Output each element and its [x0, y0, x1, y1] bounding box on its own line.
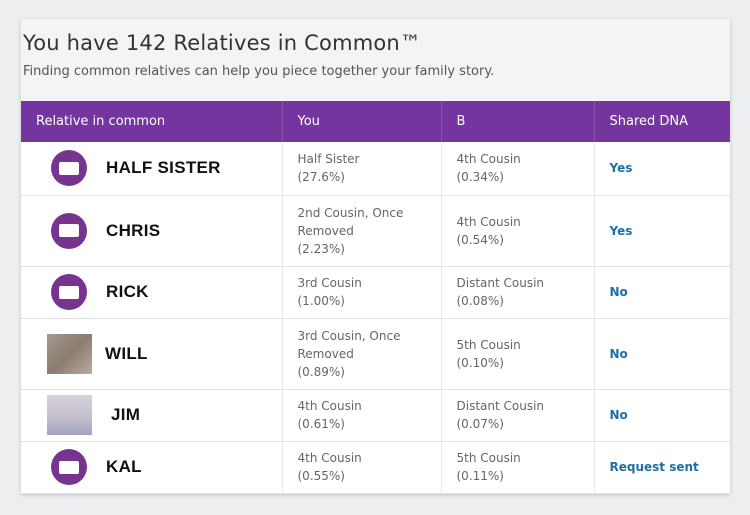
- relationship-text: 2nd Cousin, Once: [297, 205, 404, 220]
- you-relationship-cell: 3rd Cousin, Once Removed (0.89%): [282, 318, 442, 390]
- table-row[interactable]: CHRIS 2nd Cousin, Once Removed (2.23%) 4…: [21, 195, 730, 267]
- shared-dna-cell: Yes: [594, 195, 730, 267]
- you-relationship-cell: Half Sister (27.6%): [282, 142, 442, 196]
- relationship-percent: (0.08%): [456, 294, 504, 308]
- relationship-text: 4th Cousin: [456, 152, 521, 167]
- relationship-text: 3rd Cousin, Once: [297, 328, 401, 343]
- b-relationship-cell: Distant Cousin (0.07%): [441, 389, 595, 442]
- you-relationship-cell: 4th Cousin (0.61%): [282, 389, 442, 442]
- relationship-text: 4th Cousin: [297, 451, 362, 465]
- relatives-table: Relative in common You B Shared DNA HALF…: [21, 101, 730, 494]
- relationship-percent: (0.55%): [297, 469, 345, 483]
- relationship-percent: (0.89%): [297, 364, 345, 379]
- relative-name[interactable]: JIM: [111, 406, 140, 424]
- relative-name[interactable]: HALF SISTER: [106, 159, 221, 177]
- table-header-row: Relative in common You B Shared DNA: [21, 101, 730, 142]
- relative-name[interactable]: CHRIS: [106, 221, 160, 240]
- relationship-text: 5th Cousin: [456, 451, 521, 465]
- relative-cell[interactable]: WILL: [21, 318, 283, 390]
- relative-cell[interactable]: RICK: [21, 266, 283, 319]
- relationship-percent: (27.6%): [297, 170, 345, 185]
- you-relationship-cell: 2nd Cousin, Once Removed (2.23%): [282, 195, 442, 267]
- relationship-percent: (0.54%): [456, 232, 504, 247]
- relationship-percent: (2.23%): [297, 241, 345, 256]
- b-relationship-cell: 4th Cousin (0.54%): [441, 195, 595, 267]
- shared-dna-cell: No: [594, 389, 730, 442]
- profile-photo[interactable]: [47, 333, 92, 374]
- relationship-percent: (0.10%): [456, 355, 504, 370]
- relationship-text: 4th Cousin: [456, 214, 521, 229]
- column-header-you[interactable]: You: [282, 101, 442, 142]
- relationship-text: Half Sister: [297, 152, 360, 167]
- relationship-text: 3rd Cousin: [297, 276, 362, 290]
- shared-dna-link[interactable]: Yes: [610, 161, 633, 175]
- relationship-percent: (0.07%): [456, 417, 504, 431]
- relationship-text: Distant Cousin: [456, 276, 545, 290]
- shared-dna-cell: No: [594, 266, 730, 319]
- relationship-text: Distant Cousin: [456, 399, 545, 413]
- you-relationship-cell: 4th Cousin (0.55%): [282, 441, 442, 494]
- profile-photo[interactable]: [47, 395, 92, 435]
- shared-dna-cell: Request sent: [594, 441, 730, 494]
- b-relationship-cell: 5th Cousin (0.11%): [441, 441, 595, 494]
- relationship-text: 5th Cousin: [456, 337, 521, 352]
- relationship-percent: (0.11%): [456, 469, 504, 483]
- relationship-text: 4th Cousin: [297, 399, 362, 413]
- default-avatar-icon[interactable]: [51, 212, 87, 249]
- relative-name[interactable]: WILL: [105, 344, 148, 363]
- table-row[interactable]: WILL 3rd Cousin, Once Removed (0.89%) 5t…: [21, 318, 730, 390]
- table-row[interactable]: HALF SISTER Half Sister (27.6%) 4th Cous…: [21, 142, 730, 196]
- relationship-text-cont: Removed: [297, 223, 354, 238]
- shared-dna-link[interactable]: Request sent: [610, 460, 699, 474]
- shared-dna-link[interactable]: Yes: [610, 224, 633, 238]
- column-header-relative[interactable]: Relative in common: [21, 101, 283, 142]
- default-avatar-icon[interactable]: [51, 150, 87, 187]
- shared-dna-cell: No: [594, 318, 730, 390]
- relationship-percent: (0.34%): [456, 170, 504, 185]
- page-title: You have 142 Relatives in Common™: [23, 31, 422, 55]
- relative-name[interactable]: RICK: [106, 283, 149, 301]
- b-relationship-cell: 5th Cousin (0.10%): [441, 318, 595, 390]
- default-avatar-icon[interactable]: [51, 274, 87, 310]
- column-header-b[interactable]: B: [441, 101, 595, 142]
- table-row[interactable]: KAL 4th Cousin (0.55%) 5th Cousin (0.11%…: [21, 441, 730, 494]
- relative-cell[interactable]: CHRIS: [21, 195, 283, 267]
- default-avatar-icon[interactable]: [51, 449, 87, 485]
- relationship-text-cont: Removed: [297, 346, 354, 361]
- shared-dna-link[interactable]: No: [610, 347, 628, 361]
- b-relationship-cell: 4th Cousin (0.34%): [441, 142, 595, 196]
- relative-name[interactable]: KAL: [106, 458, 142, 476]
- relative-cell[interactable]: KAL: [21, 441, 283, 494]
- relatives-card: You have 142 Relatives in Common™ Findin…: [21, 19, 730, 494]
- relative-cell[interactable]: HALF SISTER: [21, 142, 283, 196]
- relationship-percent: (1.00%): [297, 294, 345, 308]
- table-row[interactable]: RICK 3rd Cousin (1.00%) Distant Cousin (…: [21, 266, 730, 319]
- column-header-shared-dna[interactable]: Shared DNA: [594, 101, 730, 142]
- table-row[interactable]: JIM 4th Cousin (0.61%) Distant Cousin (0…: [21, 389, 730, 442]
- shared-dna-link[interactable]: No: [610, 285, 628, 299]
- relationship-percent: (0.61%): [297, 417, 345, 431]
- relative-cell[interactable]: JIM: [21, 389, 283, 442]
- shared-dna-cell: Yes: [594, 142, 730, 196]
- shared-dna-link[interactable]: No: [610, 408, 628, 422]
- you-relationship-cell: 3rd Cousin (1.00%): [282, 266, 442, 319]
- b-relationship-cell: Distant Cousin (0.08%): [441, 266, 595, 319]
- page-subtitle: Finding common relatives can help you pi…: [23, 64, 495, 79]
